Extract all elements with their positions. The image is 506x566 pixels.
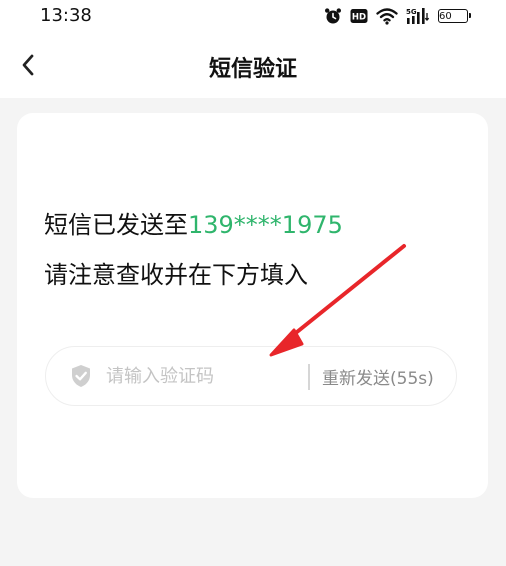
masked-phone-number: 139****1975 (188, 211, 343, 239)
battery-icon: 60 (438, 9, 471, 23)
hd-icon: HD (350, 8, 368, 24)
page-title: 短信验证 (208, 57, 297, 82)
instruction-text: 请注意查收并在下方填入 (44, 261, 308, 289)
shield-check-icon (72, 365, 90, 387)
field-divider (308, 364, 310, 390)
signal-icon: 5G (406, 7, 430, 25)
alarm-icon (324, 7, 342, 25)
resend-button[interactable]: 重新发送(55s) (322, 364, 434, 389)
svg-text:HD: HD (352, 13, 366, 23)
status-bar: 13:38 HD 5G 60 (0, 0, 506, 34)
sent-message: 短信已发送至139****1975 (44, 205, 343, 240)
sent-message-prefix: 短信已发送至 (44, 211, 188, 239)
network-type-label: 5G (406, 8, 417, 16)
verification-card: 短信已发送至139****1975 请注意查收并在下方填入 重新发送(55s) (17, 113, 488, 498)
wifi-icon (376, 7, 398, 25)
status-icons: HD 5G 60 (324, 6, 471, 26)
status-time: 13:38 (40, 5, 92, 26)
verification-code-field: 重新发送(55s) (45, 346, 457, 406)
verification-code-input[interactable] (106, 359, 296, 393)
nav-bar: 短信验证 (0, 34, 506, 98)
